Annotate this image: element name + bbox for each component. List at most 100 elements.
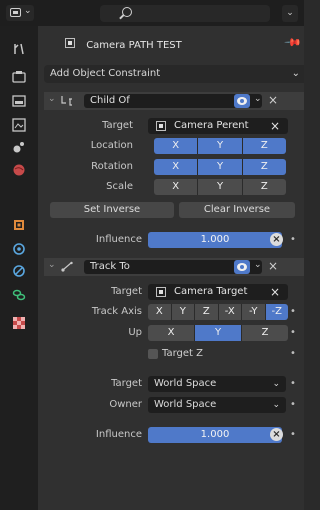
set-inverse-button[interactable]: Set Inverse xyxy=(50,202,174,218)
clear-inverse-button[interactable]: Clear Inverse xyxy=(179,202,295,218)
object-icon[interactable] xyxy=(12,218,26,232)
location-x-toggle[interactable]: X xyxy=(154,138,199,154)
animate-property-icon[interactable]: • xyxy=(290,325,296,341)
object-icon xyxy=(65,38,75,48)
disable-keep-transform-icon[interactable]: × xyxy=(270,428,283,441)
influence-slider[interactable]: 1.000 xyxy=(148,427,282,443)
modifier-icon[interactable] xyxy=(12,242,26,256)
texture-icon[interactable] xyxy=(12,316,26,330)
track-axis-neg-y[interactable]: -Y xyxy=(242,304,266,320)
constraints-icon[interactable] xyxy=(12,288,26,302)
track-axis-neg-z[interactable]: -Z xyxy=(265,304,288,320)
target-field[interactable]: Camera Perent × xyxy=(148,118,288,134)
object-name-row: Camera PATH TEST xyxy=(65,38,182,51)
location-y-toggle[interactable]: Y xyxy=(198,138,243,154)
location-z-toggle[interactable]: Z xyxy=(242,138,286,154)
chevron-down-icon: ⌄ xyxy=(291,68,300,79)
child-of-header[interactable]: ⌄ Child Of ⌄ × xyxy=(44,92,304,110)
target-value: Camera Perent xyxy=(174,120,249,131)
scene-icon[interactable] xyxy=(12,140,26,154)
location-axis-toggles: X Y Z xyxy=(154,138,286,154)
disable-keep-transform-icon[interactable]: × xyxy=(270,233,283,246)
editor-type-button[interactable]: ⌄ xyxy=(6,5,34,21)
location-label: Location xyxy=(90,140,133,151)
animate-property-icon[interactable]: • xyxy=(290,304,296,320)
filter-dropdown[interactable]: ⌄ xyxy=(282,5,298,22)
target-space-value: World Space xyxy=(154,378,217,389)
clear-target-icon[interactable]: × xyxy=(270,118,280,134)
chevron-down-icon: ⌄ xyxy=(272,400,280,410)
target-z-checkbox[interactable] xyxy=(148,349,158,359)
constraint-name: Child Of xyxy=(90,95,130,106)
up-axis-selector: X Y Z xyxy=(148,325,288,341)
scale-axis-toggles: X Y Z xyxy=(154,179,286,195)
constraint-name: Track To xyxy=(90,261,130,272)
track-axis-x[interactable]: X xyxy=(148,304,172,320)
animate-property-icon[interactable]: • xyxy=(290,346,296,362)
object-icon xyxy=(156,121,166,131)
properties-panel: Camera PATH TEST 📌 Add Object Constraint… xyxy=(38,26,304,510)
track-axis-neg-x[interactable]: -X xyxy=(218,304,242,320)
target-z-label: Target Z xyxy=(162,348,203,359)
target-space-label: Target xyxy=(111,378,142,389)
scale-label: Scale xyxy=(106,181,133,192)
rotation-x-toggle[interactable]: X xyxy=(154,159,199,175)
rotation-y-toggle[interactable]: Y xyxy=(198,159,243,175)
target-field[interactable]: Camera Target × xyxy=(148,284,288,300)
influence-label: Influence xyxy=(95,234,142,245)
properties-tabs-sidebar xyxy=(0,26,38,510)
scale-y-toggle[interactable]: Y xyxy=(198,179,243,195)
scale-x-toggle[interactable]: X xyxy=(154,179,199,195)
owner-space-label: Owner xyxy=(109,399,142,410)
rotation-axis-toggles: X Y Z xyxy=(154,159,286,175)
output-icon[interactable] xyxy=(12,94,26,108)
delete-constraint-icon[interactable]: × xyxy=(268,259,278,273)
animate-property-icon[interactable]: • xyxy=(290,397,296,413)
world-icon[interactable] xyxy=(12,163,26,177)
track-axis-y[interactable]: Y xyxy=(171,304,195,320)
collapse-arrow-icon[interactable]: ⌄ xyxy=(48,260,56,270)
animate-property-icon[interactable]: • xyxy=(290,376,296,392)
animate-property-icon[interactable]: • xyxy=(290,232,296,248)
track-to-header[interactable]: ⌄ Track To ⌄ × xyxy=(44,258,304,276)
track-axis-label: Track Axis xyxy=(91,306,142,317)
tool-icon[interactable] xyxy=(12,42,26,56)
search-icon xyxy=(122,7,132,17)
particles-icon[interactable] xyxy=(12,264,26,278)
target-space-select[interactable]: World Space ⌄ xyxy=(148,376,286,392)
target-label: Target xyxy=(102,120,133,131)
delete-constraint-icon[interactable]: × xyxy=(268,93,278,107)
object-icon xyxy=(156,287,166,297)
owner-space-value: World Space xyxy=(154,399,217,410)
eye-toggle-icon[interactable] xyxy=(234,260,250,274)
view-layer-icon[interactable] xyxy=(12,118,26,132)
chevron-down-icon: ⌄ xyxy=(272,379,280,389)
search-input[interactable] xyxy=(100,5,270,22)
pin-icon[interactable]: 📌 xyxy=(284,33,303,52)
rotation-z-toggle[interactable]: Z xyxy=(242,159,286,175)
target-value: Camera Target xyxy=(174,286,248,297)
track-to-constraint-icon xyxy=(61,261,73,272)
influence-slider[interactable]: 1.000 xyxy=(148,232,282,248)
track-axis-selector: X Y Z -X -Y -Z xyxy=(148,304,288,320)
target-label: Target xyxy=(111,286,142,297)
rotation-label: Rotation xyxy=(91,161,133,172)
collapse-arrow-icon[interactable]: ⌄ xyxy=(48,94,56,104)
owner-space-select[interactable]: World Space ⌄ xyxy=(148,397,286,413)
clear-target-icon[interactable]: × xyxy=(270,284,280,300)
influence-label: Influence xyxy=(95,429,142,440)
chevron-down-icon[interactable]: ⌄ xyxy=(254,94,262,104)
up-axis-y[interactable]: Y xyxy=(195,325,242,341)
eye-toggle-icon[interactable] xyxy=(234,94,250,108)
up-axis-z[interactable]: Z xyxy=(242,325,288,341)
chevron-down-icon[interactable]: ⌄ xyxy=(254,260,262,270)
scale-z-toggle[interactable]: Z xyxy=(242,179,286,195)
properties-editor-icon xyxy=(10,8,21,17)
add-object-constraint-dropdown[interactable]: Add Object Constraint ⌄ xyxy=(44,65,304,83)
up-axis-x[interactable]: X xyxy=(148,325,195,341)
render-icon[interactable] xyxy=(12,70,26,84)
track-axis-z[interactable]: Z xyxy=(195,304,219,320)
object-name: Camera PATH TEST xyxy=(86,40,182,51)
child-of-constraint-icon xyxy=(61,96,72,106)
animate-property-icon[interactable]: • xyxy=(290,427,296,443)
